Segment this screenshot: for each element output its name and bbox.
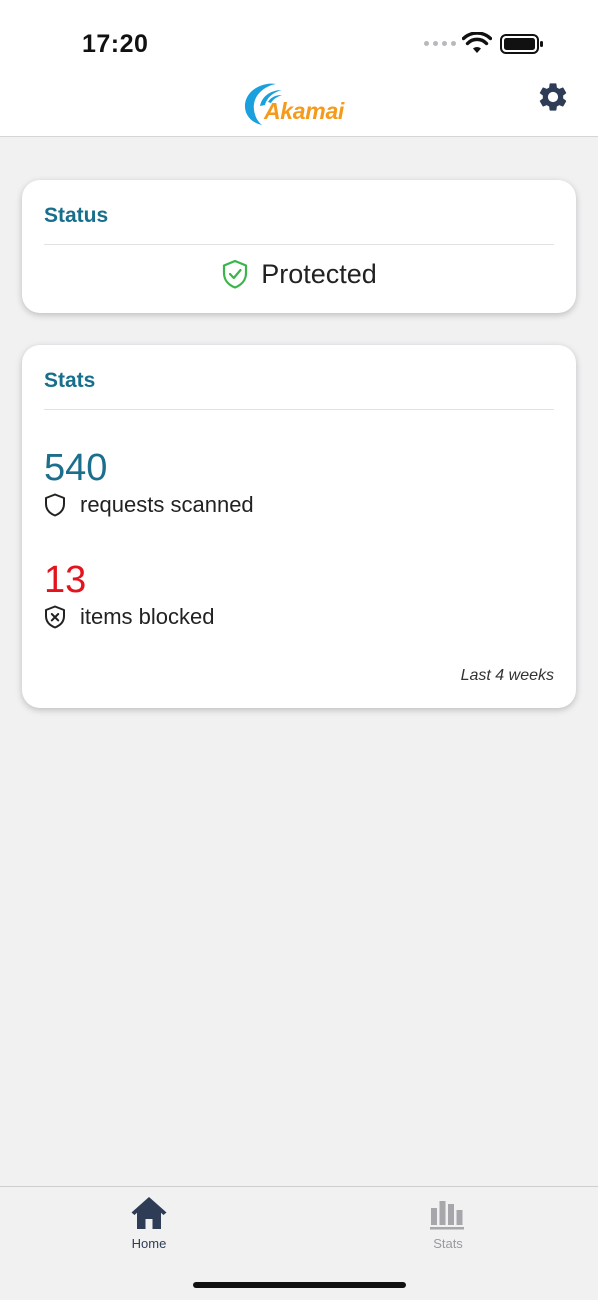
wifi-icon	[462, 32, 492, 53]
stats-card: Stats 540 requests scanned 13 items bloc…	[22, 345, 576, 708]
logo-text: Akamai	[264, 98, 345, 124]
requests-scanned-count: 540	[44, 447, 108, 489]
nav-bar: Akamai	[0, 72, 598, 137]
items-blocked-row: items blocked	[44, 604, 215, 630]
items-blocked-count: 13	[44, 559, 87, 601]
battery-icon	[500, 34, 543, 54]
shield-outline-icon	[45, 493, 65, 517]
shield-check-icon	[223, 259, 248, 289]
requests-scanned-label: requests scanned	[80, 492, 254, 517]
items-blocked-label: items blocked	[80, 604, 215, 629]
home-screen: 17:20 Akamai Status Protected Stats 540 …	[0, 0, 598, 1300]
stats-card-title: Stats	[44, 369, 96, 392]
status-time: 17:20	[82, 30, 149, 58]
akamai-logo: Akamai	[238, 78, 362, 128]
tab-bar: Home Stats	[0, 1186, 598, 1300]
home-indicator[interactable]	[193, 1282, 406, 1288]
status-card-title: Status	[44, 204, 109, 227]
home-icon	[131, 1197, 167, 1229]
status-text: Protected	[261, 258, 377, 289]
bar-chart-icon	[430, 1201, 464, 1230]
tab-home-label: Home	[131, 1236, 167, 1251]
shield-x-icon	[45, 605, 65, 629]
status-card: Status Protected	[22, 180, 576, 313]
divider	[44, 409, 554, 410]
tab-home[interactable]: Home	[99, 1195, 199, 1255]
requests-scanned-row: requests scanned	[44, 492, 254, 518]
tab-stats-label: Stats	[433, 1236, 463, 1251]
cellular-signal-icon	[424, 41, 456, 49]
tab-stats[interactable]: Stats	[398, 1195, 498, 1255]
stats-period: Last 4 weeks	[460, 667, 554, 684]
status-bar: 17:20	[0, 0, 598, 72]
gear-icon[interactable]	[536, 80, 570, 114]
protection-status: Protected	[22, 257, 576, 291]
divider	[44, 244, 554, 245]
